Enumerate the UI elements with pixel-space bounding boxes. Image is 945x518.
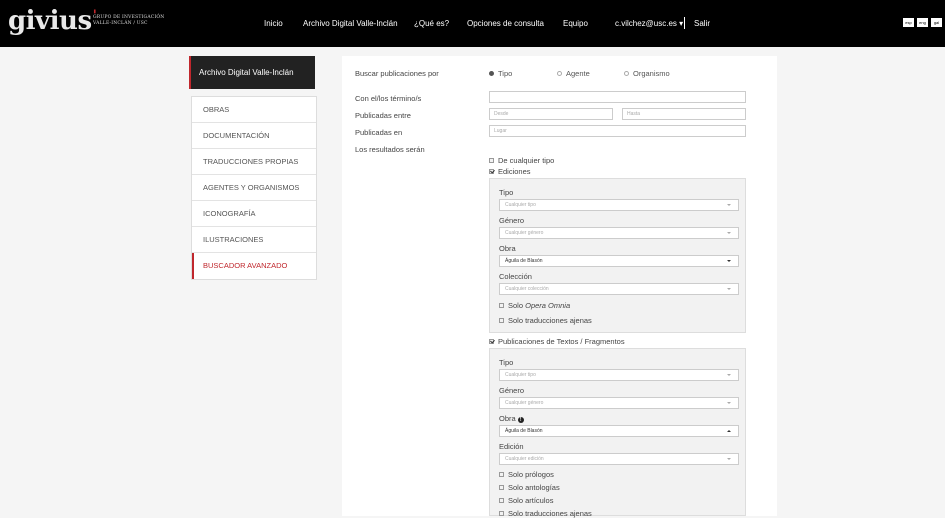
chevron-down-icon xyxy=(727,204,731,206)
tx-edicion-select[interactable]: Cualquier edición xyxy=(499,453,739,465)
chevron-down-icon xyxy=(727,458,731,460)
results-label: Los resultados serán xyxy=(355,145,425,154)
radio-agente[interactable]: Agente xyxy=(557,69,590,78)
tx-genero-label: Género xyxy=(499,386,525,395)
lang-esp[interactable]: esp xyxy=(903,18,914,27)
chevron-down-icon xyxy=(727,288,731,290)
editions-panel: Tipo Cualquier tipo Género Cualquier gén… xyxy=(489,178,746,333)
ed-obra-label: Obra xyxy=(499,244,516,253)
checkbox-texts[interactable]: Publicaciones de Textos / Fragmentos xyxy=(489,337,625,346)
nav-separator xyxy=(684,17,685,29)
checkbox-any-type[interactable]: De cualquier tipo xyxy=(489,156,554,165)
ed-tipo-label: Tipo xyxy=(499,188,514,197)
chevron-down-icon xyxy=(727,232,731,234)
checkbox-opera-omnia[interactable]: Solo Opera Omnia xyxy=(499,301,570,310)
ed-genero-select[interactable]: Cualquier género xyxy=(499,227,739,239)
user-menu[interactable]: c.vilchez@usc.es ▾ xyxy=(615,19,683,28)
ed-coleccion-select[interactable]: Cualquier colección xyxy=(499,283,739,295)
chevron-down-icon xyxy=(727,402,731,404)
logout-link[interactable]: Salir xyxy=(694,19,710,28)
texts-panel: Tipo Cualquier tipo Género Cualquier gén… xyxy=(489,348,746,518)
tx-tipo-label: Tipo xyxy=(499,358,514,367)
sidebar-item-iconografia[interactable]: ICONOGRAFÍA xyxy=(192,201,316,227)
ed-obra-select[interactable]: Águila de Blasón xyxy=(499,255,739,267)
ed-genero-label: Género xyxy=(499,216,525,225)
place-input[interactable]: Lugar xyxy=(489,125,746,137)
sidebar-item-traducciones[interactable]: TRADUCCIONES PROPIAS xyxy=(192,149,316,175)
logo[interactable]: givius' xyxy=(8,8,97,38)
published-in-label: Publicadas en xyxy=(355,128,403,137)
terms-label: Con el/los término/s xyxy=(355,94,422,103)
checkbox-editions[interactable]: Ediciones xyxy=(489,167,531,176)
chevron-up-icon xyxy=(727,430,731,432)
date-to-input[interactable]: Hasta xyxy=(622,108,746,120)
tx-genero-select[interactable]: Cualquier género xyxy=(499,397,739,409)
radio-organismo[interactable]: Organismo xyxy=(624,69,670,78)
tx-obra-label: Obra! xyxy=(499,414,524,423)
date-from-input[interactable]: Desde xyxy=(489,108,613,120)
terms-input[interactable] xyxy=(489,91,746,103)
sidebar-item-buscador[interactable]: BUSCADOR AVANZADO xyxy=(192,253,316,279)
info-icon[interactable]: ! xyxy=(517,417,524,423)
ed-tipo-select[interactable]: Cualquier tipo xyxy=(499,199,739,211)
nav-equipo[interactable]: Equipo xyxy=(563,19,588,28)
search-by-label: Buscar publicaciones por xyxy=(355,69,439,78)
nav-archivo[interactable]: Archivo Digital Valle-Inclán xyxy=(303,19,398,28)
chevron-down-icon xyxy=(727,374,731,376)
search-form: Buscar publicaciones por Tipo Agente Org… xyxy=(342,56,777,518)
logo-subtitle: GRUPO DE INVESTIGACIÓN VALLE-INCLÁN / US… xyxy=(93,15,165,26)
top-navbar: givius' GRUPO DE INVESTIGACIÓN VALLE-INC… xyxy=(0,0,945,47)
chevron-down-icon xyxy=(727,260,731,262)
checkbox-prologos[interactable]: Solo prólogos xyxy=(499,470,554,479)
ed-coleccion-label: Colección xyxy=(499,272,532,281)
sidebar-menu: OBRAS DOCUMENTACIÓN TRADUCCIONES PROPIAS… xyxy=(191,96,317,280)
tx-obra-select[interactable]: Águila de Blasón xyxy=(499,425,739,437)
checkbox-ed-solo-traducciones[interactable]: Solo traducciones ajenas xyxy=(499,316,592,325)
checkbox-articulos[interactable]: Solo artículos xyxy=(499,496,553,505)
lang-eng[interactable]: eng xyxy=(917,18,928,27)
nav-inicio[interactable]: Inicio xyxy=(264,19,283,28)
sidebar-item-ilustraciones[interactable]: ILUSTRACIONES xyxy=(192,227,316,253)
radio-tipo[interactable]: Tipo xyxy=(489,69,512,78)
checkbox-antologias[interactable]: Solo antologías xyxy=(499,483,560,492)
lang-gal[interactable]: gal xyxy=(931,18,942,27)
nav-opciones[interactable]: Opciones de consulta xyxy=(467,19,544,28)
tx-tipo-select[interactable]: Cualquier tipo xyxy=(499,369,739,381)
sidebar-item-documentacion[interactable]: DOCUMENTACIÓN xyxy=(192,123,316,149)
nav-que-es[interactable]: ¿Qué es? xyxy=(414,19,449,28)
sidebar-item-agentes[interactable]: AGENTES Y ORGANISMOS xyxy=(192,175,316,201)
tx-edicion-label: Edición xyxy=(499,442,524,451)
sidebar-item-obras[interactable]: OBRAS xyxy=(192,97,316,123)
sidebar-title[interactable]: Archivo Digital Valle-Inclán xyxy=(189,56,315,89)
published-between-label: Publicadas entre xyxy=(355,111,411,120)
checkbox-tx-solo-traducciones[interactable]: Solo traducciones ajenas xyxy=(499,509,592,518)
